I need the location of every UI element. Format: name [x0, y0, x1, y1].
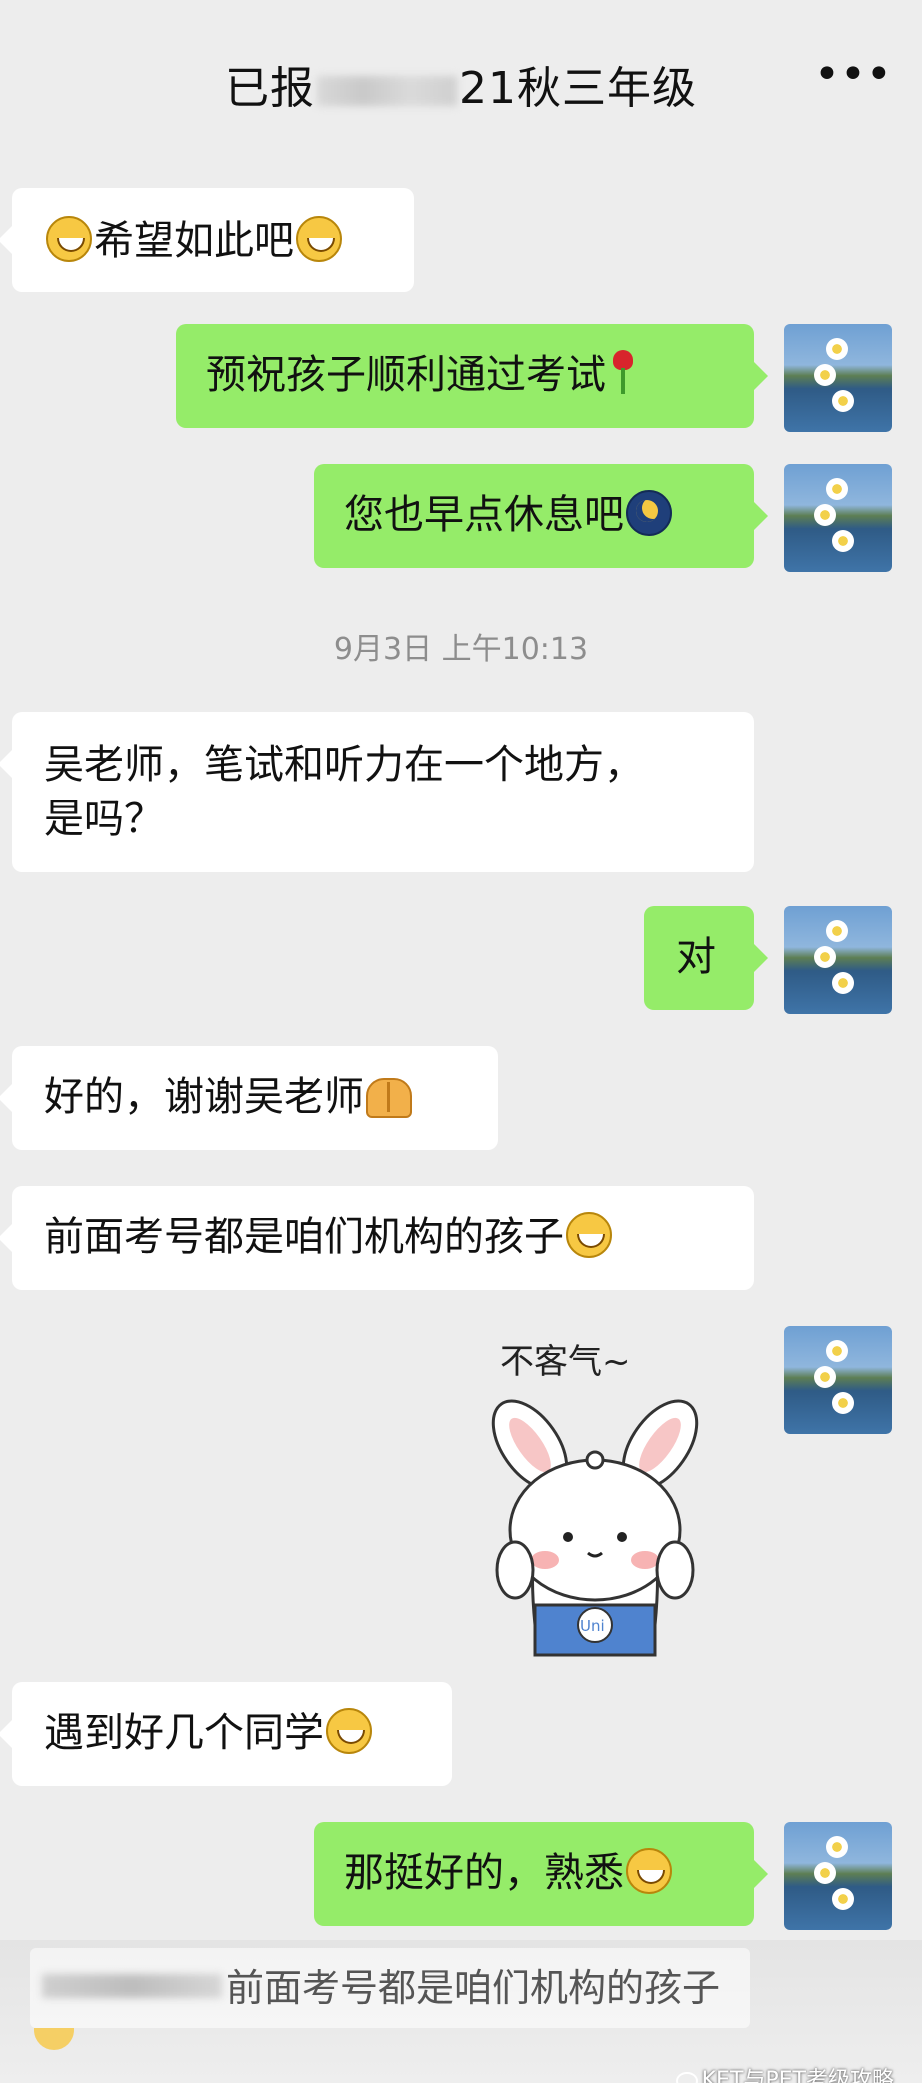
bunny-eye-left — [563, 1532, 573, 1542]
message-bubble-incoming[interactable]: 遇到好几个同学 — [0, 1682, 452, 1786]
daisy-decoration — [826, 478, 848, 500]
message-bubble-outgoing[interactable]: 预祝孩子顺利通过考试 — [176, 324, 768, 428]
chat-screen: 已报 21秋三年级 ••• 希望如此吧 预祝孩子顺利通过考试 您也早点休息吧 9月… — [0, 0, 922, 2083]
message-text: 对 — [676, 934, 716, 980]
grinning-face-icon — [566, 1212, 612, 1258]
message-timestamp: 9月3日 上午10:13 — [333, 632, 589, 667]
bunny-cheek-left — [531, 1551, 559, 1569]
message-bubble-outgoing[interactable]: 那挺好的，熟悉 — [314, 1822, 768, 1926]
message-text-line: 是吗？ — [44, 796, 164, 842]
bunny-head-bump — [585, 1450, 605, 1470]
message-text: 您也早点休息吧 — [344, 492, 624, 538]
quoted-text: 前面考号都是咱们机构的孩子 — [226, 1966, 721, 2010]
avatar[interactable] — [784, 906, 892, 1014]
sticker-caption: 不客气~ — [500, 1342, 631, 1382]
bunny-arm-right — [655, 1540, 695, 1600]
message-text: 好的，谢谢吴老师 — [44, 1074, 364, 1120]
daisy-decoration — [832, 530, 854, 552]
bunny-head — [508, 1458, 682, 1602]
wechat-logo-icon — [675, 2072, 698, 2083]
grinning-face-icon — [626, 1848, 672, 1894]
daisy-decoration — [826, 1340, 848, 1362]
grinning-face-icon — [46, 216, 92, 262]
crescent-moon-icon — [626, 490, 672, 536]
daisy-decoration — [832, 1392, 854, 1414]
bunny-sticker-graphic: 不客气~ Uni — [491, 1342, 699, 1657]
redacted-title-part — [317, 76, 457, 106]
chat-title: 已报 21秋三年级 — [0, 52, 922, 116]
message-text: 前面考号都是咱们机构的孩子 — [44, 1214, 564, 1260]
daisy-decoration — [832, 390, 854, 412]
message-text-line: 吴老师，笔试和听力在一个地方， — [44, 742, 644, 788]
grinning-face-icon — [296, 216, 342, 262]
daisy-decoration — [814, 504, 836, 526]
message-text: 希望如此吧 — [94, 218, 294, 264]
daisy-decoration — [814, 1366, 836, 1388]
daisy-decoration — [814, 946, 836, 968]
watermark-text: KET与PET考级攻略 — [701, 2068, 894, 2083]
message-bubble-incoming[interactable]: 前面考号都是咱们机构的孩子 — [0, 1186, 754, 1290]
redacted-sender — [42, 1974, 222, 1998]
folded-hands-icon — [366, 1078, 412, 1118]
message-text: 遇到好几个同学 — [44, 1710, 324, 1756]
avatar[interactable] — [784, 1822, 892, 1930]
message-text: 那挺好的，熟悉 — [344, 1850, 624, 1896]
bunny-arm-left — [495, 1540, 535, 1600]
daisy-decoration — [826, 920, 848, 942]
avatar[interactable] — [784, 464, 892, 572]
daisy-decoration — [826, 338, 848, 360]
more-dots-icon[interactable]: ••• — [814, 53, 892, 100]
message-bubble-incoming[interactable]: 希望如此吧 — [0, 188, 414, 292]
bunny-eye-right — [617, 1532, 627, 1542]
grinning-face-icon — [326, 1708, 372, 1754]
bunny-cheek-right — [631, 1551, 659, 1569]
chat-title-prefix: 已报 — [225, 63, 315, 114]
message-bubble-incoming[interactable]: 好的，谢谢吴老师 — [0, 1046, 498, 1150]
rose-icon — [608, 350, 638, 396]
chat-header: 已报 21秋三年级 ••• — [0, 0, 922, 145]
message-bubble-incoming[interactable]: 吴老师，笔试和听力在一个地方， 是吗？ — [0, 712, 754, 872]
quoted-message[interactable]: 前面考号都是咱们机构的孩子 — [30, 1948, 750, 2028]
watermark: KET与PET考级攻略 — [675, 2062, 894, 2083]
chat-title-suffix: 21秋三年级 — [459, 63, 697, 114]
bunny-sticker[interactable]: 不客气~ Uni — [460, 1325, 730, 1665]
avatar[interactable] — [784, 1326, 892, 1434]
daisy-decoration — [814, 1862, 836, 1884]
daisy-decoration — [814, 364, 836, 386]
daisy-decoration — [826, 1836, 848, 1858]
message-text: 预祝孩子顺利通过考试 — [206, 352, 606, 398]
message-bubble-outgoing[interactable]: 您也早点休息吧 — [314, 464, 768, 568]
daisy-decoration — [832, 1888, 854, 1910]
bunny-badge-text: Uni — [580, 1617, 605, 1635]
message-bubble-outgoing[interactable]: 对 — [644, 906, 768, 1010]
avatar[interactable] — [784, 324, 892, 432]
daisy-decoration — [832, 972, 854, 994]
